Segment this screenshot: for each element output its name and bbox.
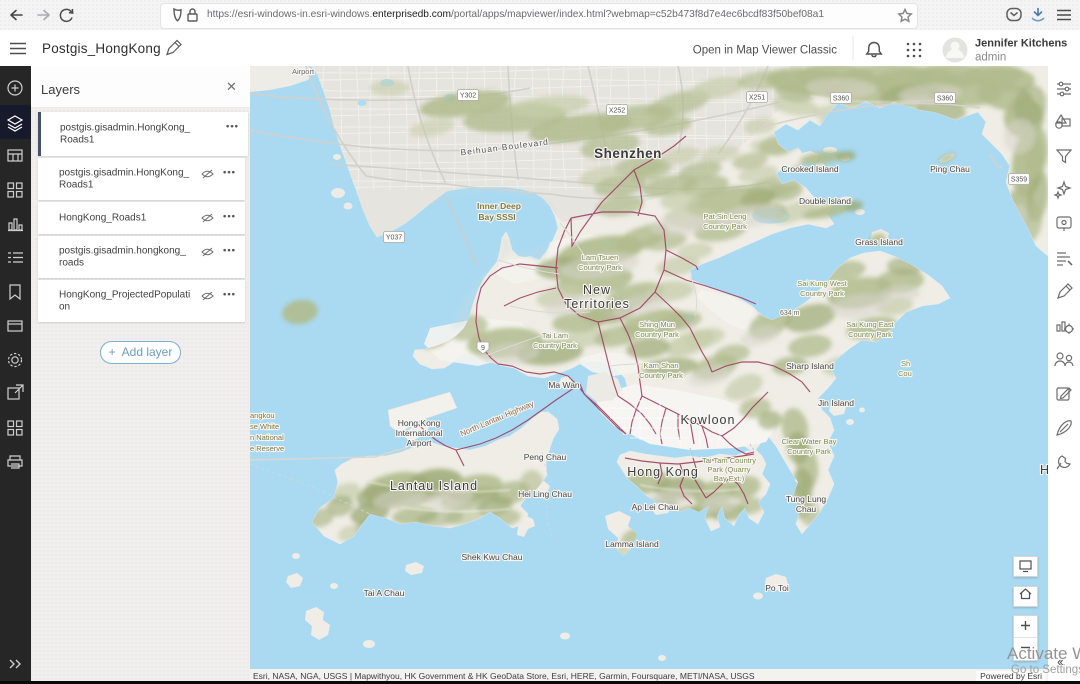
svg-text:Hong Kong: Hong Kong bbox=[398, 418, 441, 428]
svg-text:Jin Island: Jin Island bbox=[818, 398, 854, 408]
svg-text:New: New bbox=[583, 283, 611, 297]
svg-text:Tung Lung: Tung Lung bbox=[786, 494, 827, 504]
svg-text:Sai Kung East: Sai Kung East bbox=[846, 320, 894, 329]
svg-text:Airport: Airport bbox=[292, 67, 315, 76]
svg-text:Ping Chau: Ping Chau bbox=[930, 164, 970, 174]
svg-text:Double Island: Double Island bbox=[799, 196, 851, 206]
svg-text:Y037: Y037 bbox=[386, 235, 402, 242]
svg-text:Jennifer Kitchens: Jennifer Kitchens bbox=[975, 38, 1067, 50]
svg-text:X251: X251 bbox=[749, 95, 765, 102]
svg-text:International: International bbox=[396, 428, 443, 438]
svg-text:Shek Kwu Chau: Shek Kwu Chau bbox=[462, 552, 523, 562]
svg-text:Country Park: Country Park bbox=[639, 371, 683, 380]
svg-text:Country Park: Country Park bbox=[787, 447, 831, 456]
svg-text:Postgis_HongKong: Postgis_HongKong bbox=[42, 41, 161, 56]
svg-text:Grass Island: Grass Island bbox=[855, 237, 903, 247]
svg-text:Chau: Chau bbox=[796, 504, 817, 514]
svg-text:Territories: Territories bbox=[564, 297, 630, 311]
svg-text:Lam Tsuen: Lam Tsuen bbox=[582, 253, 619, 262]
svg-text:Pat Sin Leng: Pat Sin Leng bbox=[704, 212, 747, 221]
svg-text:Hong Kong: Hong Kong bbox=[627, 465, 699, 479]
svg-text:Bay SSSI: Bay SSSI bbox=[478, 212, 515, 222]
svg-text:se White: se White bbox=[250, 422, 279, 431]
svg-text:Open in Map Viewer Classic: Open in Map Viewer Classic bbox=[693, 45, 837, 57]
svg-text:Country Park: Country Park bbox=[533, 341, 577, 350]
svg-text:S360: S360 bbox=[833, 96, 849, 103]
svg-text:e Reserve: e Reserve bbox=[250, 444, 284, 453]
svg-text:Park (Quarry: Park (Quarry bbox=[708, 465, 751, 474]
svg-text:Country Park: Country Park bbox=[800, 289, 844, 298]
svg-text:Inner Deep: Inner Deep bbox=[477, 201, 521, 211]
svg-text:634 m: 634 m bbox=[780, 310, 800, 317]
svg-text:admin: admin bbox=[975, 52, 1006, 64]
svg-text:Airport: Airport bbox=[406, 438, 432, 448]
svg-text:Tai Lam: Tai Lam bbox=[542, 331, 568, 340]
svg-text:Ho: Ho bbox=[1040, 463, 1048, 477]
svg-text:Shenzhen: Shenzhen bbox=[594, 146, 662, 161]
svg-text:Lamma Island: Lamma Island bbox=[605, 539, 659, 549]
svg-text:Shing Mun: Shing Mun bbox=[639, 320, 675, 329]
svg-text:Tai Tam Country: Tai Tam Country bbox=[702, 456, 756, 465]
svg-text:Y302: Y302 bbox=[460, 93, 476, 100]
svg-text:n National: n National bbox=[250, 433, 284, 442]
svg-text:Sharp Island: Sharp Island bbox=[786, 361, 834, 371]
svg-text:Kowloon: Kowloon bbox=[681, 413, 736, 427]
svg-text:Peng Chau: Peng Chau bbox=[524, 452, 567, 462]
svg-text:Clear Water Bay: Clear Water Bay bbox=[782, 437, 837, 446]
svg-text:Lantau Island: Lantau Island bbox=[390, 479, 478, 493]
svg-text:Bay Ext.): Bay Ext.) bbox=[714, 474, 745, 483]
svg-text:Po Toi: Po Toi bbox=[765, 583, 789, 593]
svg-text:Country Park: Country Park bbox=[635, 330, 679, 339]
svg-text:Ap Lei Chau: Ap Lei Chau bbox=[632, 502, 679, 512]
svg-text:Hei Ling Chau: Hei Ling Chau bbox=[518, 489, 572, 499]
svg-text:Crooked Island: Crooked Island bbox=[781, 164, 838, 174]
svg-text:Country Park: Country Park bbox=[848, 330, 892, 339]
svg-text:9: 9 bbox=[481, 345, 485, 352]
svg-text:Sh: Sh bbox=[901, 359, 910, 368]
svg-text:Ma Wan: Ma Wan bbox=[548, 380, 580, 390]
svg-text:Sai Kung West: Sai Kung West bbox=[797, 279, 847, 288]
svg-text:S359: S359 bbox=[1011, 177, 1027, 184]
svg-text:Tai A Chau: Tai A Chau bbox=[364, 588, 405, 598]
svg-text:angkou: angkou bbox=[250, 411, 275, 420]
svg-text:Kam Shan: Kam Shan bbox=[643, 361, 678, 370]
svg-text:X252: X252 bbox=[609, 108, 625, 115]
svg-text:Cou: Cou bbox=[898, 369, 912, 378]
svg-text:S360: S360 bbox=[937, 96, 953, 103]
svg-text:Country Park: Country Park bbox=[578, 263, 622, 272]
svg-text:Country Park: Country Park bbox=[703, 222, 747, 231]
